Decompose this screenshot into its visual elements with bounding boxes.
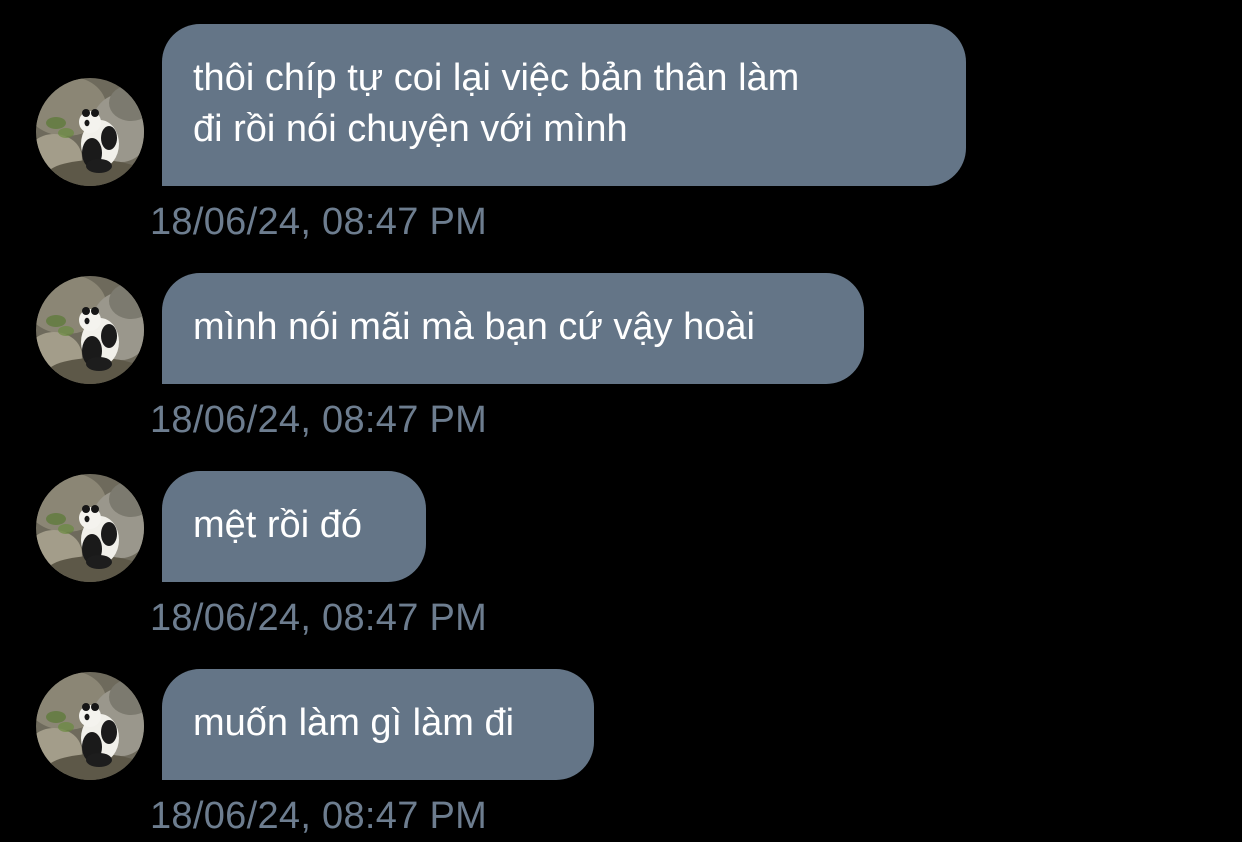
- message-timestamp: 18/06/24, 08:47 PM: [150, 597, 488, 639]
- message-text-line: đi rồi nói chuyện với mình: [193, 108, 628, 150]
- message-text-line: muốn làm gì làm đi: [193, 702, 515, 744]
- message-timestamp: 18/06/24, 08:47 PM: [150, 201, 488, 243]
- panda-avatar-icon[interactable]: [36, 78, 144, 186]
- panda-avatar-icon[interactable]: [36, 276, 144, 384]
- message-text-line: mệt rồi đó: [193, 504, 362, 546]
- message-bubble[interactable]: muốn làm gì làm đi: [162, 669, 594, 780]
- message-bubble[interactable]: thôi chíp tự coi lại việc bản thân làm đ…: [162, 24, 966, 186]
- panda-avatar-icon[interactable]: [36, 474, 144, 582]
- message-text-line: thôi chíp tự coi lại việc bản thân làm: [193, 57, 800, 99]
- message-text-line: mình nói mãi mà bạn cứ vậy hoài: [193, 306, 755, 348]
- message-bubble[interactable]: mệt rồi đó: [162, 471, 426, 582]
- message-timestamp: 18/06/24, 08:47 PM: [150, 399, 488, 441]
- message-bubble[interactable]: mình nói mãi mà bạn cứ vậy hoài: [162, 273, 864, 384]
- message-timestamp: 18/06/24, 08:47 PM: [150, 795, 488, 837]
- panda-avatar-icon[interactable]: [36, 672, 144, 780]
- chat-screen: { "colors": { "background": "#000000", "…: [0, 0, 1242, 842]
